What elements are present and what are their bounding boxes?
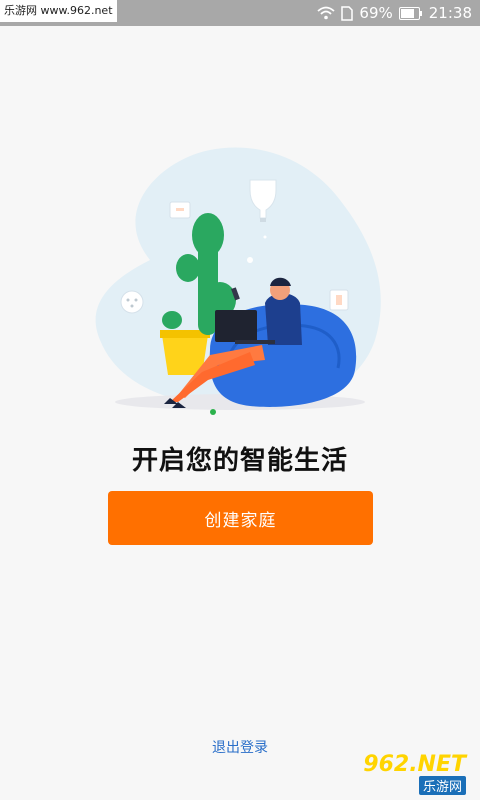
create-family-button[interactable]: 创建家庭 bbox=[108, 491, 373, 545]
socket-icon bbox=[120, 290, 144, 314]
page-title: 开启您的智能生活 bbox=[131, 446, 348, 476]
sim-icon bbox=[341, 5, 354, 21]
battery-icon bbox=[398, 6, 423, 20]
battery-percent: 69% bbox=[359, 4, 393, 22]
switch-icon bbox=[169, 201, 191, 219]
status-right: 69% 21:38 bbox=[317, 0, 472, 26]
wifi-icon bbox=[317, 6, 336, 20]
wall-switch-icon bbox=[329, 289, 349, 311]
watermark-logo: 962.NET 乐游网 bbox=[342, 752, 474, 796]
watermark-label: 乐游网 www.962.net bbox=[0, 0, 117, 22]
status-bar: 乐游网 www.962.net 69% 21:38 bbox=[0, 0, 480, 26]
watermark-logo-sub: 乐游网 bbox=[418, 776, 466, 795]
smart-home-illustration bbox=[90, 140, 390, 420]
clock: 21:38 bbox=[428, 4, 472, 22]
watermark-logo-text: 962.NET bbox=[363, 752, 466, 777]
pager-dot-active bbox=[210, 409, 216, 415]
